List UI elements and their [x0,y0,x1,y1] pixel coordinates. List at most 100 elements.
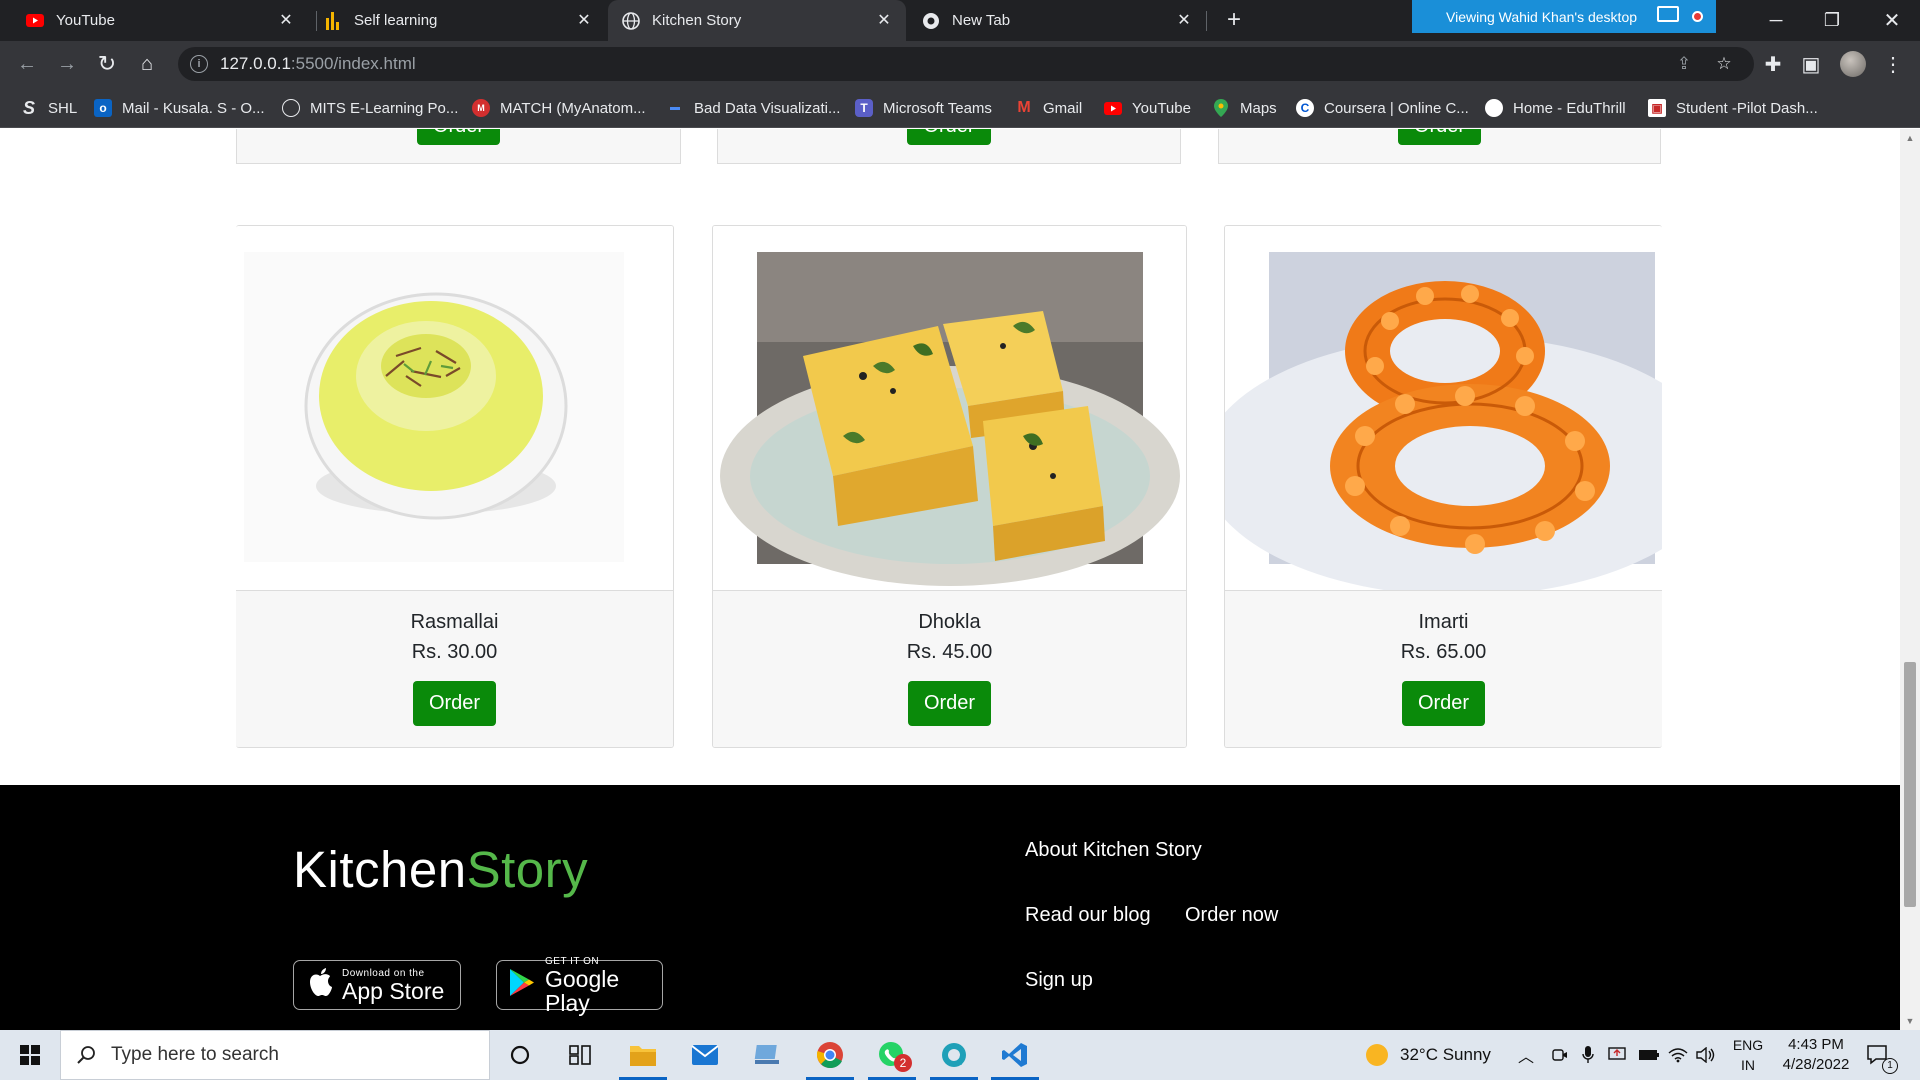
taskbar-clock[interactable]: 4:43 PM 4/28/2022 [1772,1035,1860,1075]
logo-part-kitchen: Kitchen [293,841,467,898]
match-icon: M [472,99,490,117]
task-view-icon[interactable] [550,1030,610,1080]
weather-widget[interactable]: 32°C Sunny [1366,1030,1491,1080]
youtube-icon [26,12,44,30]
close-tab-icon[interactable]: ✕ [576,12,592,29]
blog-link[interactable]: Read our blog [1025,904,1151,927]
monitor-icon[interactable] [1657,6,1679,22]
bookmark-eduthrill[interactable]: Home - EduThrill [1485,88,1626,128]
bookmark-label: Coursera | Online C... [1324,99,1469,117]
taskbar-search[interactable]: Type here to search [60,1030,490,1080]
app-store-big: App Store [342,977,445,1004]
close-tab-icon[interactable]: ✕ [1176,12,1192,29]
dhokla-image [720,252,1180,586]
tab-self-learning[interactable]: Self learning ✕ [310,0,606,41]
rasmallai-image [244,252,624,562]
restore-icon[interactable]: ❐ [1804,0,1860,41]
google-play-small: GET IT ON [545,955,600,967]
page-scrollbar[interactable]: ▲ ▼ [1900,129,1920,1030]
search-placeholder: Type here to search [111,1044,279,1065]
battery-icon[interactable] [1638,1030,1660,1080]
url-text[interactable]: 127.0.0.1:5500/index.html [220,54,416,74]
profile-avatar[interactable] [1840,51,1866,77]
order-button[interactable]: Order [907,681,992,726]
order-button[interactable]: Order [416,129,501,145]
scroll-up-icon[interactable]: ▲ [1900,129,1920,147]
reload-icon[interactable]: ↻ [92,49,122,79]
chrome-taskbar-icon[interactable] [800,1030,860,1080]
file-explorer-icon[interactable] [613,1030,673,1080]
scrollbar-thumb[interactable] [1904,662,1916,907]
sign-up-link[interactable]: Sign up [1025,969,1093,992]
close-tab-icon[interactable]: ✕ [278,12,294,29]
order-button[interactable]: Order [907,129,991,145]
youtube-icon [1104,99,1122,117]
mail-icon[interactable] [675,1030,735,1080]
bookmark-match[interactable]: M MATCH (MyAnatom... [472,88,646,128]
address-bar[interactable]: i 127.0.0.1:5500/index.html ⇪ ☆ [178,47,1754,81]
wifi-icon[interactable] [1668,1030,1688,1080]
coursera-icon: C [1296,99,1314,117]
extensions-icon[interactable]: ✚ [1758,49,1788,79]
language-indicator[interactable]: ENG IN [1728,1035,1768,1075]
volume-icon[interactable] [1696,1030,1716,1080]
tray-chevron-icon[interactable]: ︿ [1518,1030,1534,1080]
forward-icon[interactable]: → [52,49,82,79]
bookmark-teams[interactable]: T Microsoft Teams [855,88,992,128]
screen-share-tray-icon[interactable] [1608,1030,1626,1080]
start-button[interactable] [0,1030,60,1080]
order-button[interactable]: Order [1397,129,1482,145]
order-button[interactable]: Order [1401,681,1486,726]
student-icon: ▣ [1648,99,1666,117]
bookmark-label: Maps [1240,99,1277,117]
bookmark-bad-data[interactable]: Bad Data Visualizati... [666,88,840,128]
share-icon[interactable]: ⇪ [1674,54,1694,74]
tab-youtube[interactable]: YouTube ✕ [12,0,308,41]
bookmark-student[interactable]: ▣ Student -Pilot Dash... [1648,88,1818,128]
bookmark-label: Bad Data Visualizati... [694,99,841,117]
back-icon[interactable]: ← [12,49,42,79]
screen-share-banner[interactable]: Viewing Wahid Khan's desktop [1412,0,1716,33]
scroll-down-icon[interactable]: ▼ [1900,1012,1920,1030]
logo-part-story: Story [466,841,589,898]
bookmark-maps[interactable]: Maps [1212,88,1277,128]
region-code: IN [1741,1057,1755,1073]
minimize-icon[interactable]: ─ [1748,0,1804,41]
edge-icon[interactable] [924,1030,984,1080]
close-window-icon[interactable]: ✕ [1864,0,1920,41]
side-panel-icon[interactable]: ▣ [1796,49,1826,79]
app-store-badge[interactable]: Download on the App Store [293,960,461,1010]
meet-now-icon[interactable] [1552,1030,1568,1080]
tab-new-tab[interactable]: New Tab ✕ [908,0,1206,41]
order-now-link[interactable]: Order now [1185,904,1278,927]
bookmark-gmail[interactable]: M Gmail [1015,88,1082,128]
close-tab-icon[interactable]: ✕ [876,12,892,29]
bookmark-shl[interactable]: S SHL [20,88,77,128]
home-icon[interactable]: ⌂ [132,49,162,79]
windows-logo-icon [20,1045,40,1065]
google-play-badge[interactable]: GET IT ON Google Play [496,956,663,1015]
tab-kitchen-story[interactable]: Kitchen Story ✕ [608,0,906,41]
bookmark-label: Student -Pilot Dash... [1676,99,1818,117]
site-info-icon[interactable]: i [190,55,208,73]
new-tab-button[interactable]: + [1220,6,1248,34]
bookmark-mits[interactable]: MITS E-Learning Po... [282,88,458,128]
product-card-partial: Order [1218,129,1661,164]
bookmark-label: Gmail [1043,99,1083,117]
bookmark-star-icon[interactable]: ☆ [1714,54,1734,74]
bookmark-youtube[interactable]: YouTube [1104,88,1191,128]
record-icon[interactable] [1692,11,1703,22]
laptop-app-icon[interactable] [737,1030,797,1080]
bookmark-mail[interactable]: o Mail - Kusala. S - O... [94,88,265,128]
about-link[interactable]: About Kitchen Story [1025,839,1202,862]
bookmark-coursera[interactable]: C Coursera | Online C... [1296,88,1469,128]
microphone-icon[interactable] [1582,1030,1594,1080]
order-button[interactable]: Order [412,681,497,726]
notification-center-icon[interactable]: 1 [1866,1030,1898,1080]
vscode-icon[interactable] [985,1030,1045,1080]
menu-icon[interactable]: ⋮ [1878,49,1908,79]
cortana-icon[interactable] [490,1030,550,1080]
clock-time: 4:43 PM [1788,1036,1844,1053]
footer-logo[interactable]: KitchenStory [293,840,588,899]
whatsapp-icon[interactable]: 2 [862,1030,922,1080]
